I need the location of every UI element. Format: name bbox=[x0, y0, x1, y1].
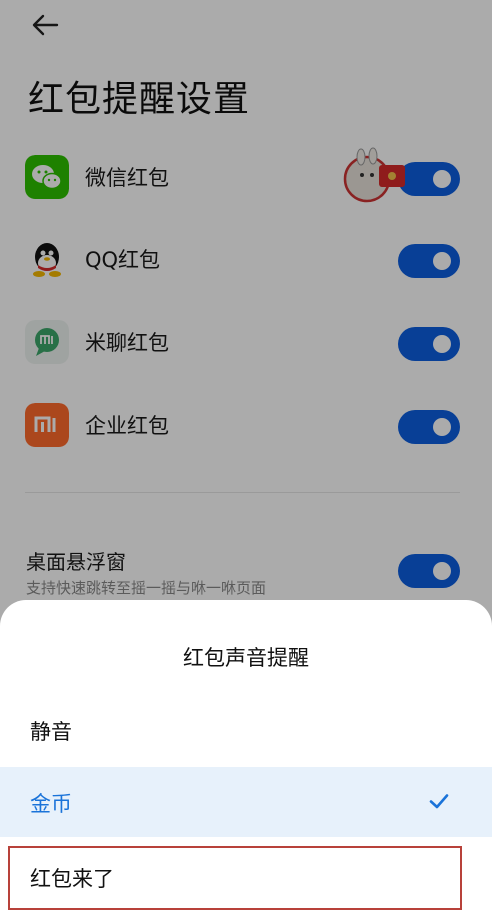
checkmark-icon bbox=[429, 794, 449, 809]
sound-reminder-sheet: 红包声音提醒 静音 金币 红包来了 bbox=[0, 600, 492, 917]
sheet-title: 红包声音提醒 bbox=[183, 646, 309, 670]
option-mute[interactable]: 静音 bbox=[0, 695, 492, 765]
option-label: 静音 bbox=[30, 720, 72, 744]
option-label: 金币 bbox=[30, 792, 72, 816]
option-coin[interactable]: 金币 bbox=[0, 767, 492, 837]
option-hongbao-lai-le[interactable]: 红包来了 bbox=[0, 842, 492, 912]
option-label: 红包来了 bbox=[30, 867, 114, 891]
